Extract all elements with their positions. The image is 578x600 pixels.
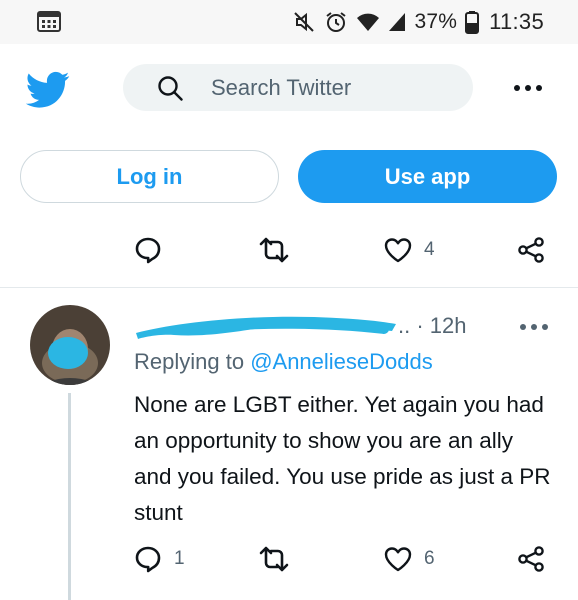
like-count: 4 [424,239,435,260]
retweet-action[interactable] [258,232,290,268]
tweet-text: None are LGBT either. Yet again you had … [134,392,551,525]
retweet-icon [259,237,289,263]
heart-icon [384,238,412,263]
like-action[interactable]: 4 [384,232,435,268]
reply-action[interactable]: 1 [134,541,185,577]
login-button[interactable]: Log in [20,150,279,203]
use-app-button[interactable]: Use app [298,150,557,203]
redacted-name-scribble [136,316,396,339]
replying-prefix: Replying to [134,349,251,374]
reply-count: 1 [174,548,185,569]
share-icon [518,546,544,572]
twitter-bird-icon[interactable] [26,71,70,109]
replying-to: Replying to @AnnelieseDodds [134,349,433,375]
retweet-icon [259,546,289,572]
search-bar[interactable]: Search Twitter [123,64,473,111]
status-bar: 37% 11:35 [0,0,578,44]
replying-handle-link[interactable]: @AnnelieseDodds [250,349,433,374]
like-count: 6 [424,548,435,569]
heart-icon [384,547,412,572]
tweet-time[interactable]: .. · 12h [398,313,466,339]
signal-icon [389,13,406,31]
reply-tweet-actions: 1 6 [0,541,578,577]
alarm-icon [326,12,347,32]
mute-icon [294,12,315,32]
search-icon [158,75,183,101]
twitter-header: Search Twitter [0,44,578,140]
wifi-icon [357,13,380,31]
avatar[interactable] [30,305,110,385]
divider [0,287,578,288]
reply-icon [135,546,161,573]
more-horizontal-icon[interactable] [514,321,554,333]
share-action[interactable] [517,541,545,577]
share-action[interactable] [517,232,545,268]
clock: 11:35 [489,9,544,34]
more-horizontal-icon[interactable] [508,76,548,100]
auth-buttons: Log in Use app [0,150,578,205]
battery-icon [465,11,480,34]
calendar-icon [37,11,61,32]
share-icon [518,237,544,263]
reply-action[interactable] [134,232,162,268]
retweet-action[interactable] [258,541,290,577]
like-action[interactable]: 6 [384,541,435,577]
previous-tweet-actions: 4 [0,232,578,268]
battery-percent: 37% [414,10,458,33]
author-row: .. · 12h [134,311,554,343]
avatar-image [30,305,110,385]
reply-icon [135,237,161,264]
search-placeholder: Search Twitter [211,74,352,100]
